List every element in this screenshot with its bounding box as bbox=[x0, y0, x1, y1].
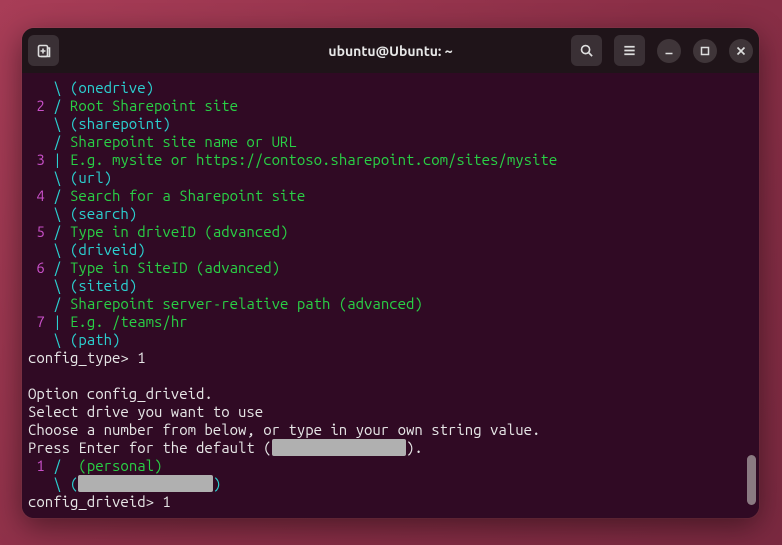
terminal-text: ). bbox=[406, 439, 423, 456]
minimize-icon bbox=[663, 45, 675, 57]
terminal-text: \ (driveid) bbox=[28, 241, 146, 258]
hamburger-icon bbox=[622, 43, 637, 58]
new-tab-button[interactable] bbox=[28, 35, 59, 66]
scrollbar-thumb[interactable] bbox=[747, 455, 756, 505]
terminal-text: 5 bbox=[28, 223, 45, 240]
terminal-text: / bbox=[28, 133, 70, 150]
terminal-text: \ ( bbox=[28, 475, 78, 492]
terminal-text: xxxxxxxxxxxxxxxx bbox=[78, 475, 212, 492]
terminal-text: \ (siteid) bbox=[28, 277, 137, 294]
search-button[interactable] bbox=[571, 35, 602, 66]
terminal-text: config_type> 1 bbox=[28, 349, 146, 366]
maximize-icon bbox=[699, 45, 711, 57]
terminal-text: ) bbox=[213, 475, 221, 492]
terminal-text: Option config_driveid. bbox=[28, 385, 213, 402]
terminal-text: (personal) bbox=[78, 457, 162, 474]
terminal-text: Select drive you want to use bbox=[28, 403, 263, 420]
menu-button[interactable] bbox=[614, 35, 645, 66]
terminal-text: config_driveid> 1 bbox=[28, 493, 171, 510]
terminal-text: | bbox=[45, 313, 70, 330]
terminal-text: Type in SiteID (advanced) bbox=[70, 259, 280, 276]
terminal-text: Type in driveID (advanced) bbox=[70, 223, 288, 240]
close-button[interactable] bbox=[729, 39, 753, 63]
terminal-text: Press Enter for the default ( bbox=[28, 439, 272, 456]
terminal-text: E.g. /teams/hr bbox=[70, 313, 188, 330]
terminal-text: \ (url) bbox=[28, 169, 112, 186]
terminal-text: / bbox=[45, 223, 70, 240]
new-tab-icon bbox=[36, 43, 52, 59]
terminal-text: \ (onedrive) bbox=[28, 79, 154, 96]
terminal-text: E.g. mysite or https://contoso.sharepoin… bbox=[70, 151, 557, 168]
terminal-text: Search for a Sharepoint site bbox=[70, 187, 305, 204]
terminal-text: | bbox=[45, 151, 70, 168]
maximize-button[interactable] bbox=[693, 39, 717, 63]
search-icon bbox=[579, 43, 594, 58]
terminal-text: \ (search) bbox=[28, 205, 137, 222]
terminal-text: xxxxxxxxxxxxxxxx bbox=[272, 439, 406, 456]
terminal-text: \ (sharepoint) bbox=[28, 115, 171, 132]
terminal-text: / bbox=[45, 97, 70, 114]
terminal-text: Sharepoint server-relative path (advance… bbox=[70, 295, 423, 312]
terminal-text: Root Sharepoint site bbox=[70, 97, 238, 114]
terminal-text: / bbox=[45, 457, 79, 474]
terminal-text: 1 bbox=[28, 457, 45, 474]
terminal-text: 4 bbox=[28, 187, 45, 204]
terminal-text: Sharepoint site name or URL bbox=[70, 133, 297, 150]
terminal-text: Choose a number from below, or type in y… bbox=[28, 421, 540, 438]
terminal-text: / bbox=[28, 295, 70, 312]
close-icon bbox=[735, 45, 747, 57]
terminal-text: / bbox=[45, 259, 70, 276]
terminal-text: / bbox=[45, 187, 70, 204]
terminal-text: 3 bbox=[28, 151, 45, 168]
terminal-body[interactable]: \ (onedrive) 2 / Root Sharepoint site \ … bbox=[22, 73, 759, 518]
terminal-text: 7 bbox=[28, 313, 45, 330]
terminal-output: \ (onedrive) 2 / Root Sharepoint site \ … bbox=[28, 79, 759, 511]
terminal-text: 2 bbox=[28, 97, 45, 114]
terminal-text: \ (path) bbox=[28, 331, 120, 348]
terminal-window: ubuntu@Ubuntu: ~ bbox=[22, 28, 759, 518]
minimize-button[interactable] bbox=[657, 39, 681, 63]
titlebar: ubuntu@Ubuntu: ~ bbox=[22, 28, 759, 73]
terminal-text: 6 bbox=[28, 259, 45, 276]
